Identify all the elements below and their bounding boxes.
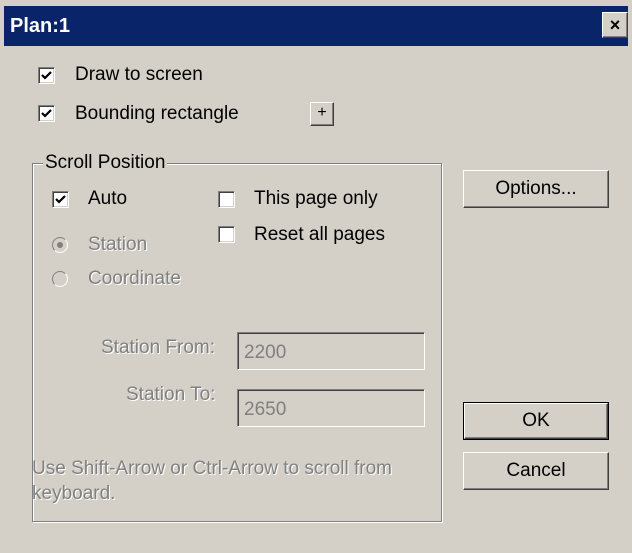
ok-button[interactable]: OK <box>463 402 609 440</box>
draw-to-screen-label: Draw to screen <box>75 64 203 85</box>
plan-dialog: Plan:1 × Draw to screen Bounding rectang… <box>0 0 632 553</box>
station-to-field[interactable]: 2650 <box>237 389 425 427</box>
dialog-title: Plan:1 <box>10 15 71 37</box>
bounding-rectangle-label: Bounding rectangle <box>75 103 239 124</box>
this-page-only-checkbox[interactable] <box>218 191 235 208</box>
checkmark-icon <box>41 109 52 118</box>
checkmark-icon <box>41 71 52 80</box>
close-icon: × <box>609 15 621 35</box>
auto-checkbox[interactable] <box>52 191 69 208</box>
radio-selected-dot <box>57 242 63 248</box>
station-radio[interactable] <box>52 237 68 253</box>
station-radio-label: Station <box>88 234 148 255</box>
options-button[interactable]: Options... <box>463 170 609 208</box>
scroll-position-legend: Scroll Position <box>43 152 168 173</box>
close-button[interactable]: × <box>602 12 628 38</box>
cancel-button[interactable]: Cancel <box>463 452 609 490</box>
checkmark-icon <box>55 195 66 204</box>
keyboard-hint: Use Shift-Arrow or Ctrl-Arrow to scroll … <box>32 458 392 504</box>
coordinate-radio[interactable] <box>52 271 68 287</box>
bounding-rectangle-checkbox[interactable] <box>38 105 55 122</box>
station-from-label: Station From: <box>101 337 216 358</box>
station-from-field[interactable]: 2200 <box>237 332 425 370</box>
reset-all-pages-label: Reset all pages <box>254 224 385 245</box>
auto-label: Auto <box>88 188 128 209</box>
station-to-label: Station To: <box>126 384 216 405</box>
reset-all-pages-checkbox[interactable] <box>218 226 235 243</box>
this-page-only-label: This page only <box>254 188 378 209</box>
title-bar[interactable]: Plan:1 × <box>4 6 628 46</box>
expand-button[interactable]: + <box>310 102 334 126</box>
draw-to-screen-checkbox[interactable] <box>38 67 55 84</box>
coordinate-radio-label: Coordinate <box>88 268 181 289</box>
